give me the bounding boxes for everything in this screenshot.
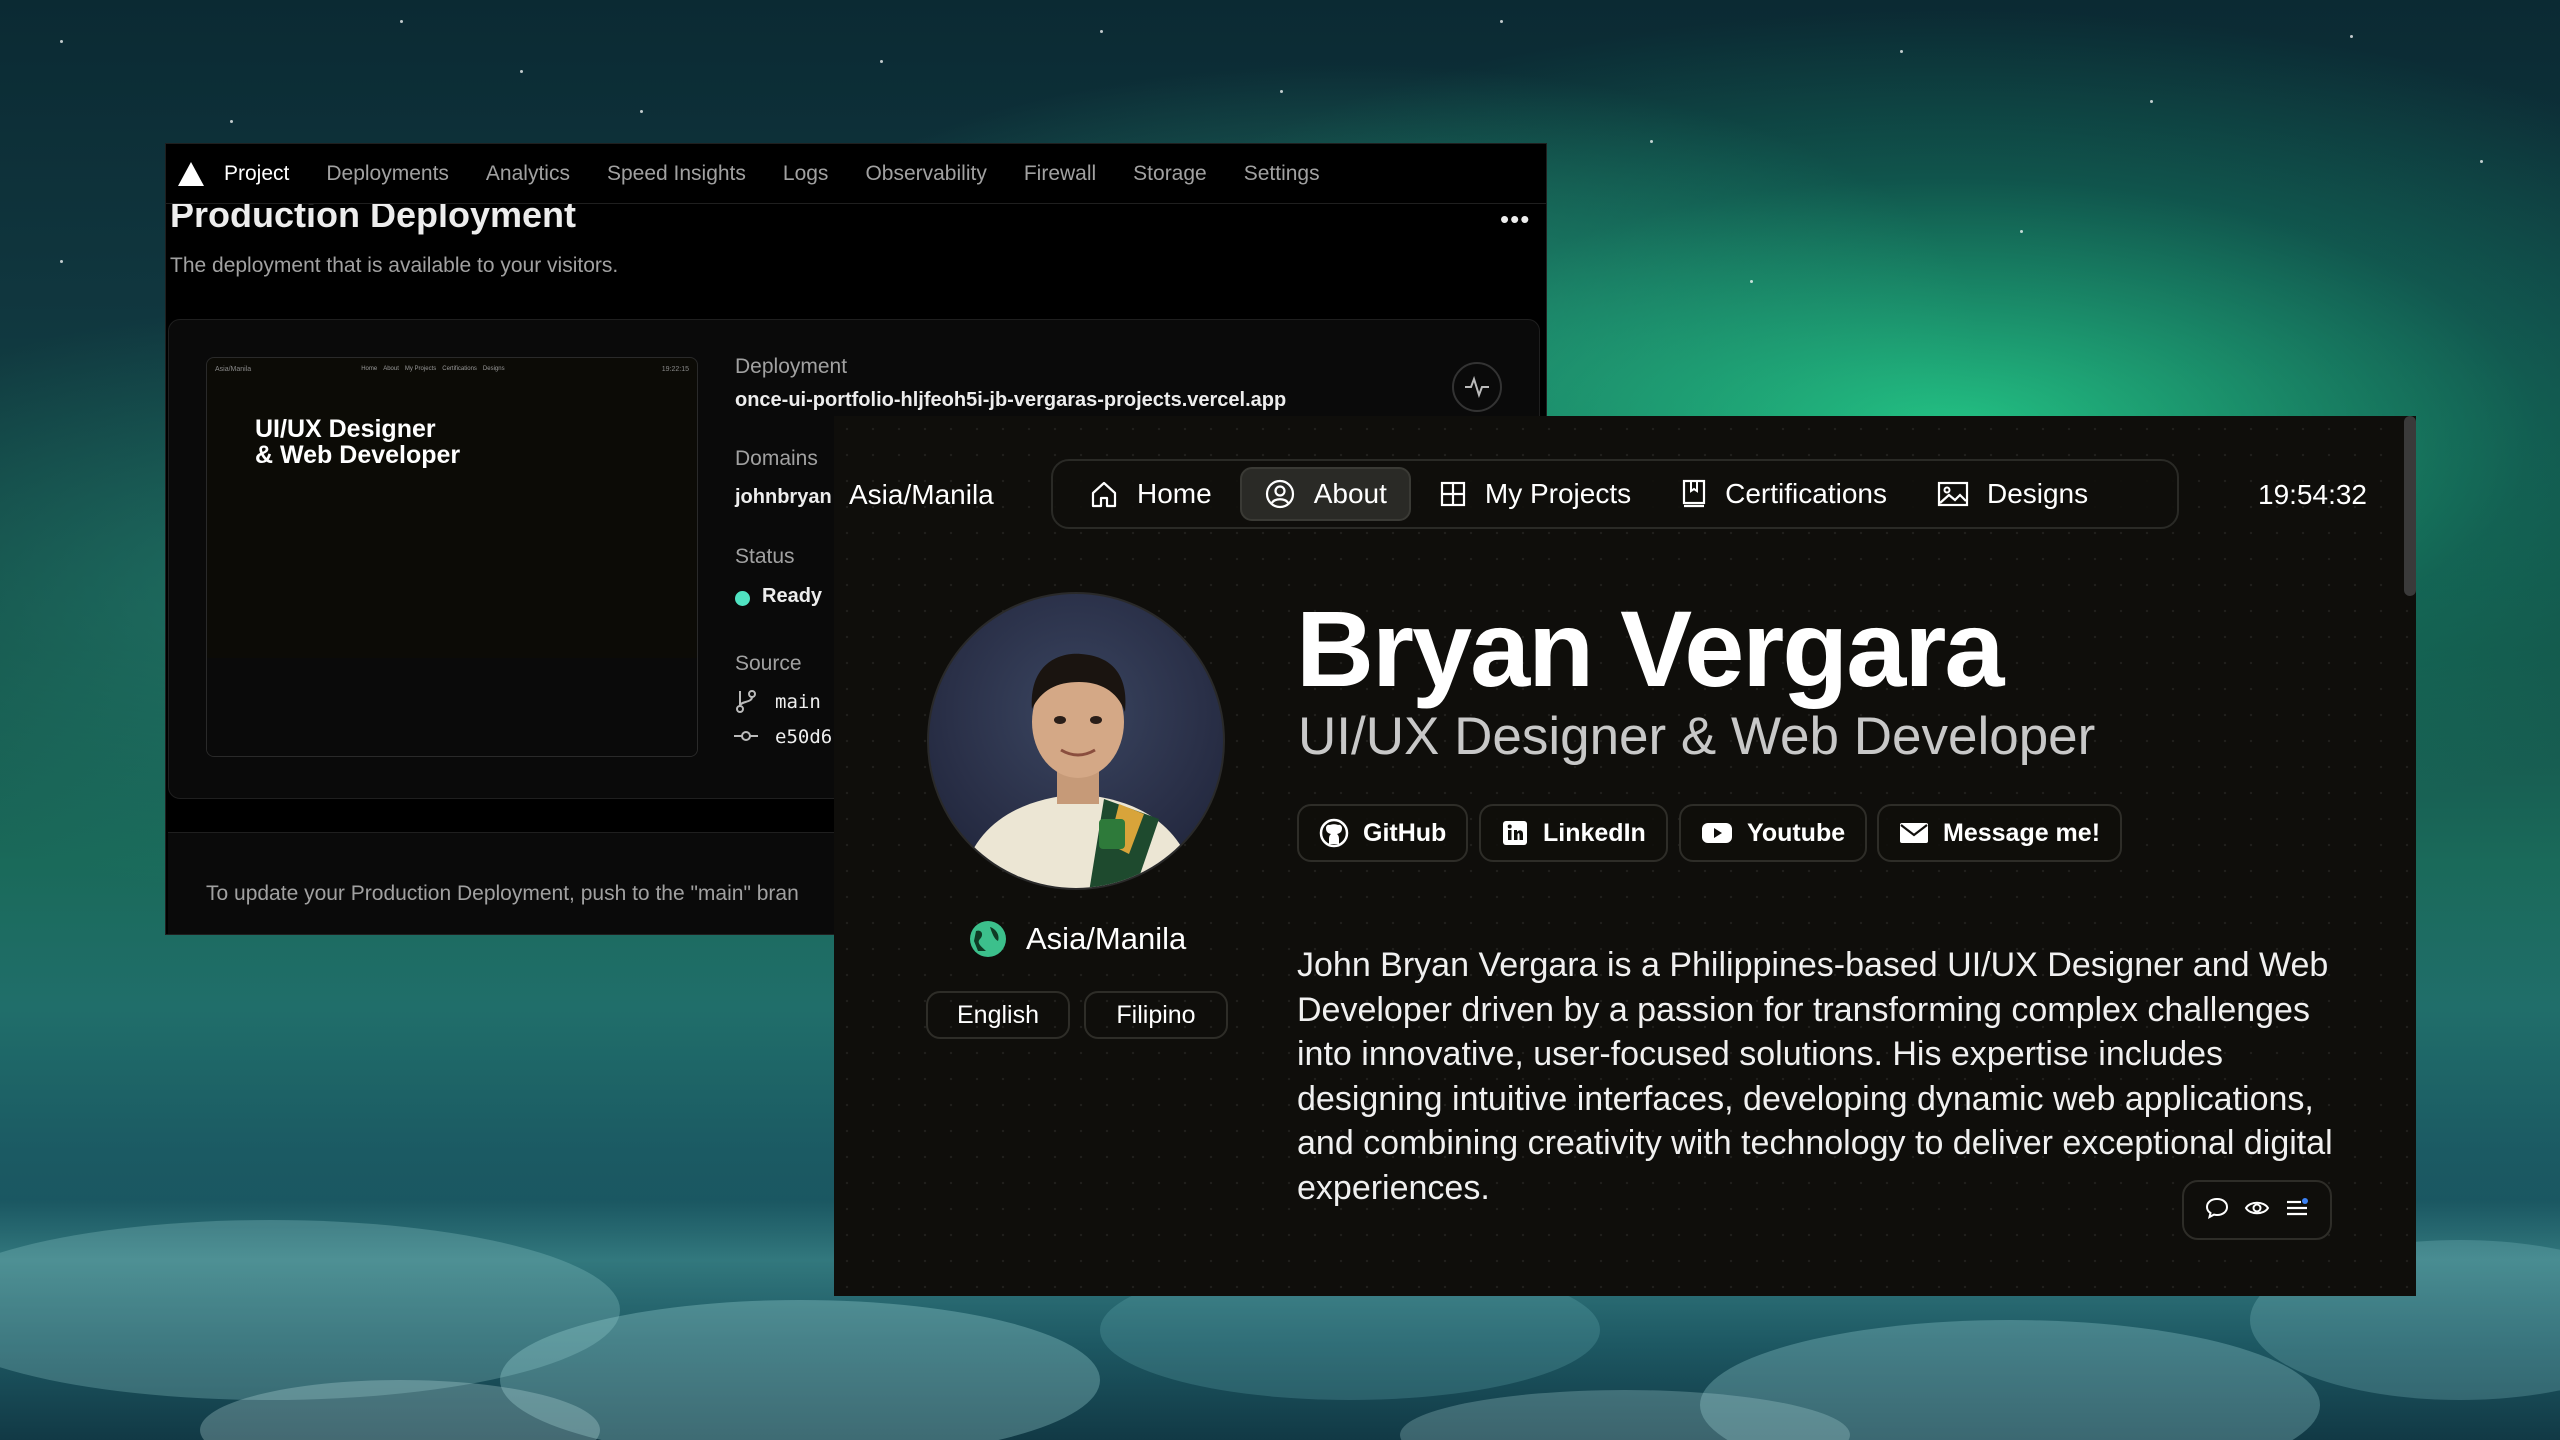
tab-settings[interactable]: Settings: [1244, 162, 1320, 186]
book-icon: [1683, 479, 1706, 508]
thumbnail-lower-area: [207, 658, 697, 756]
thumbnail-nav-item: Home: [361, 366, 378, 372]
thumbnail-timezone: Asia/Manila: [215, 365, 252, 373]
update-info-text: To update your Production Deployment, pu…: [206, 882, 799, 905]
chat-icon[interactable]: [2205, 1196, 2229, 1225]
thumbnail-nav: Asia/Manila Home About My Projects Certi…: [207, 358, 697, 380]
grid-icon: [1440, 481, 1465, 507]
scrollbar-thumb[interactable]: [2404, 416, 2416, 596]
tab-project[interactable]: Project: [224, 162, 289, 186]
github-button[interactable]: GitHub: [1297, 804, 1469, 862]
youtube-label: Youtube: [1747, 818, 1846, 847]
linkedin-label: LinkedIn: [1543, 818, 1646, 847]
header-clock: 19:54:32: [2258, 479, 2367, 510]
nav-certifications[interactable]: Certifications: [1659, 467, 1909, 521]
tab-logs[interactable]: Logs: [783, 162, 829, 186]
status-label: Status: [735, 545, 795, 568]
portfolio-window: Asia/Manila Home About My Projects Certi…: [834, 416, 2416, 1296]
globe-icon: [970, 921, 1006, 957]
tab-observability[interactable]: Observability: [865, 162, 986, 186]
deployment-label: Deployment: [735, 355, 848, 378]
profile-bio: John Bryan Vergara is a Philippines-base…: [1297, 946, 2333, 1207]
nav-about-label: About: [1313, 478, 1387, 509]
nav-home[interactable]: Home: [1067, 467, 1234, 521]
mail-icon: [1900, 823, 1928, 843]
portfolio-nav: Home About My Projects Certifications De…: [1051, 459, 2179, 529]
avatar: [927, 592, 1225, 890]
domains-label: Domains: [735, 447, 818, 470]
nav-my-projects-label: My Projects: [1484, 478, 1632, 509]
message-me-label: Message me!: [1943, 818, 2101, 847]
thumbnail-heading-line: & Web Developer: [255, 441, 461, 469]
user-circle-icon: [1265, 479, 1294, 509]
youtube-button[interactable]: Youtube: [1679, 804, 1868, 862]
header-timezone: Asia/Manila: [849, 479, 994, 510]
linkedin-icon: [1503, 821, 1527, 845]
nav-about[interactable]: About: [1239, 467, 1411, 521]
thumbnail-nav-item: Certifications: [442, 366, 477, 372]
nav-home-label: Home: [1137, 478, 1212, 509]
menu-icon[interactable]: [2285, 1197, 2309, 1224]
nav-my-projects[interactable]: My Projects: [1417, 467, 1653, 521]
profile-name: Bryan Vergara: [1296, 588, 2004, 709]
github-icon: [1319, 818, 1349, 848]
domain-link[interactable]: johnbryan: [735, 486, 832, 509]
thumbnail-nav-item: My Projects: [404, 366, 437, 372]
vercel-top-nav: Project Deployments Analytics Speed Insi…: [166, 144, 1546, 204]
youtube-icon: [1702, 823, 1732, 843]
profile-role: UI/UX Designer & Web Developer: [1298, 707, 2096, 766]
tab-storage[interactable]: Storage: [1133, 162, 1207, 186]
nav-designs-label: Designs: [1986, 478, 2089, 509]
page-subtitle: The deployment that is available to your…: [170, 254, 619, 277]
nav-certifications-label: Certifications: [1725, 478, 1887, 509]
deployment-url-link[interactable]: once-ui-portfolio-hljfeoh5i-jb-vergaras-…: [735, 389, 1286, 412]
github-label: GitHub: [1363, 818, 1447, 847]
deployment-preview-thumbnail[interactable]: Asia/Manila Home About My Projects Certi…: [206, 357, 698, 757]
more-options-button[interactable]: •••: [1500, 204, 1530, 235]
image-icon: [1937, 481, 1969, 507]
vercel-logo-icon[interactable]: [176, 159, 206, 189]
linkedin-button[interactable]: LinkedIn: [1479, 804, 1668, 862]
tab-deployments[interactable]: Deployments: [326, 162, 449, 186]
location-label: Asia/Manila: [1026, 921, 1187, 956]
thumbnail-heading: UI/UX Designer & Web Developer: [255, 416, 460, 468]
thumbnail-nav-item: Designs: [482, 366, 505, 372]
source-label: Source: [735, 652, 802, 675]
branch-name[interactable]: main: [775, 691, 821, 713]
message-me-button[interactable]: Message me!: [1877, 804, 2123, 862]
home-icon: [1091, 481, 1117, 508]
location: Asia/Manila: [970, 921, 1186, 957]
nav-designs[interactable]: Designs: [1915, 467, 2110, 521]
language-tag-english: English: [926, 991, 1070, 1039]
status-value: Ready: [762, 585, 823, 607]
activity-icon[interactable]: [1452, 362, 1502, 412]
tab-analytics[interactable]: Analytics: [486, 162, 570, 186]
language-tag-filipino: Filipino: [1084, 991, 1228, 1039]
thumbnail-heading-line: UI/UX Designer: [255, 415, 436, 443]
tab-firewall[interactable]: Firewall: [1024, 162, 1096, 186]
git-branch-icon: [735, 689, 757, 718]
git-commit-icon: [733, 728, 759, 749]
commit-hash[interactable]: e50d6: [775, 726, 832, 748]
tab-speed-insights[interactable]: Speed Insights: [607, 162, 746, 186]
thumbnail-nav-item: About: [383, 366, 399, 372]
floating-toolbar: [2182, 1180, 2332, 1240]
status-dot-icon: [735, 591, 750, 606]
thumbnail-clock: 19:22:15: [661, 365, 689, 373]
eye-icon[interactable]: [2244, 1197, 2270, 1224]
